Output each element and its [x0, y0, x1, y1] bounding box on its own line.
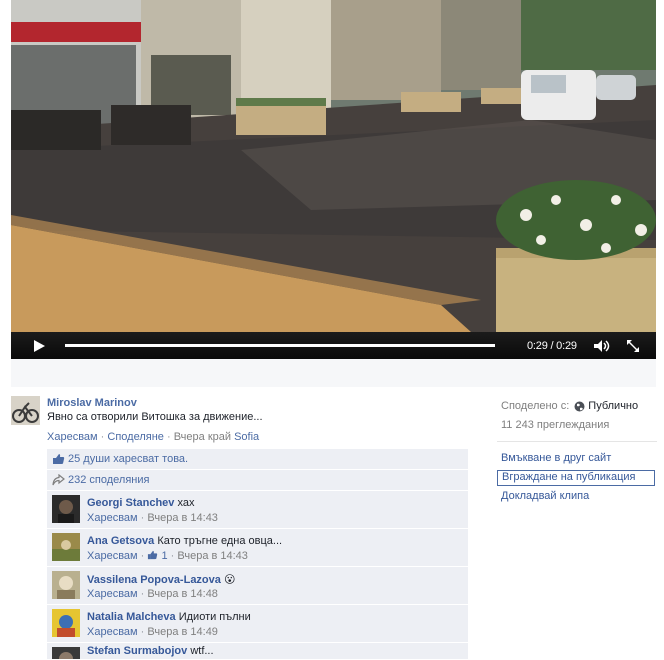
post-author[interactable]: Miroslav Marinov	[47, 397, 137, 409]
separator-dot: ·	[140, 512, 145, 524]
commenter-name[interactable]: Ana Getsova	[87, 535, 154, 547]
video-controls: 0:29 / 0:29	[11, 332, 656, 359]
thumbs-up-icon	[53, 454, 65, 464]
sidebar-links: Вмъкване в друг сайт Вграждане на публик…	[497, 451, 657, 507]
comment-item: Georgi Stanchev хах Харесвам · Вчера в 1…	[47, 491, 468, 529]
post-actions: Харесвам · Споделяне · Вчера край Sofia	[47, 431, 259, 443]
comment-line: Ana Getsova Като тръгне една овца...	[87, 535, 282, 547]
audience-label[interactable]: Публично	[588, 400, 638, 412]
share-icon	[52, 474, 65, 486]
separator-dot: ·	[140, 588, 145, 600]
play-icon[interactable]	[31, 338, 47, 354]
comment-item: Ana Getsova Като тръгне една овца... Хар…	[47, 529, 468, 567]
separator-dot: ·	[166, 431, 171, 443]
video-time: 0:29 / 0:29	[527, 339, 577, 352]
globe-icon	[574, 401, 585, 411]
video-player[interactable]: 0:29 / 0:29	[11, 0, 656, 359]
embed-site-link[interactable]: Вмъкване в друг сайт	[497, 451, 657, 469]
commenter-name[interactable]: Stefan Surmabojov	[87, 645, 187, 657]
comment-like-count[interactable]: 1	[161, 550, 167, 562]
commenter-name[interactable]: Natalia Malcheva	[87, 611, 176, 623]
progress-bar[interactable]	[65, 344, 495, 347]
post-time: Вчера край	[173, 431, 232, 443]
volume-icon[interactable]	[593, 339, 611, 353]
separator-dot: ·	[140, 550, 145, 562]
shared-with-label: Споделено с:	[501, 400, 570, 412]
comment-like-link[interactable]: Харесвам	[87, 588, 138, 600]
likes-count[interactable]: 25 души харесват това.	[68, 453, 188, 465]
fullscreen-icon[interactable]	[627, 339, 639, 352]
shares-count[interactable]: 232 споделяния	[68, 474, 149, 486]
comment-like-link[interactable]: Харесвам	[87, 550, 138, 562]
comment-meta: Харесвам · Вчера в 14:43	[87, 512, 218, 524]
comment-text: хах	[177, 497, 195, 509]
comment-meta: Харесвам · 1 · Вчера в 14:43	[87, 550, 248, 562]
comment-time: Вчера в 14:43	[147, 512, 218, 524]
embed-post-link[interactable]: Вграждане на публикация	[497, 470, 655, 486]
comment-line: Stefan Surmabojov wtf...	[87, 645, 214, 657]
commenter-avatar[interactable]	[52, 533, 80, 561]
commenter-avatar[interactable]	[52, 647, 80, 660]
comment-meta: Харесвам · Вчера в 14:49	[87, 626, 218, 638]
comment-line: Georgi Stanchev хах	[87, 497, 194, 509]
post-text: Явно са отворили Витошка за движение...	[47, 411, 263, 423]
comment-item: Natalia Malcheva Идиоти пълни Харесвам ·…	[47, 605, 468, 643]
separator-dot: ·	[170, 550, 175, 562]
progress-fill	[65, 344, 495, 347]
commenter-name[interactable]: Vassilena Popova-Lazova	[87, 574, 221, 586]
comment-line: Natalia Malcheva Идиоти пълни	[87, 611, 251, 623]
comment-text: wtf...	[190, 645, 214, 657]
commenter-avatar[interactable]	[52, 571, 80, 599]
video-footer-gap	[11, 359, 656, 387]
thumbs-up-icon	[148, 550, 158, 560]
privacy-info: Споделено с: Публично	[501, 400, 661, 412]
comment-time: Вчера в 14:48	[147, 588, 218, 600]
post-location[interactable]: Sofia	[234, 431, 259, 443]
comment-item: Stefan Surmabojov wtf...	[47, 643, 468, 660]
video-sidebar: Споделено с: Публично 11 243 преглеждани…	[501, 400, 661, 431]
commenter-avatar[interactable]	[52, 609, 80, 637]
comment-text: Идиоти пълни	[178, 611, 251, 623]
comment-meta: Харесвам · Вчера в 14:48	[87, 588, 218, 600]
comment-line: Vassilena Popova-Lazova 😮	[87, 573, 235, 586]
shares-row[interactable]: 232 споделяния	[47, 470, 468, 491]
comment-time: Вчера в 14:49	[147, 626, 218, 638]
comment-like-link[interactable]: Харесвам	[87, 626, 138, 638]
report-video-link[interactable]: Докладвай клипа	[497, 489, 657, 507]
commenter-avatar[interactable]	[52, 495, 80, 523]
comments-panel: 25 души харесват това. 232 споделяния Ge…	[47, 449, 468, 660]
like-link[interactable]: Харесвам	[47, 431, 98, 443]
commenter-name[interactable]: Georgi Stanchev	[87, 497, 174, 509]
video-frame	[11, 0, 656, 332]
separator-dot: ·	[100, 431, 105, 443]
comment-item: Vassilena Popova-Lazova 😮 Харесвам · Вче…	[47, 567, 468, 605]
separator-dot: ·	[140, 626, 145, 638]
sidebar-divider	[497, 441, 657, 442]
comment-text: Като тръгне една овца...	[157, 535, 283, 547]
share-link[interactable]: Споделяне	[107, 431, 164, 443]
author-avatar[interactable]	[11, 396, 40, 425]
comment-time: Вчера в 14:43	[177, 550, 248, 562]
likes-row[interactable]: 25 души харесват това.	[47, 449, 468, 470]
comment-like-link[interactable]: Харесвам	[87, 512, 138, 524]
comment-text: 😮	[223, 574, 236, 586]
view-count: 11 243 преглеждания	[501, 419, 610, 431]
